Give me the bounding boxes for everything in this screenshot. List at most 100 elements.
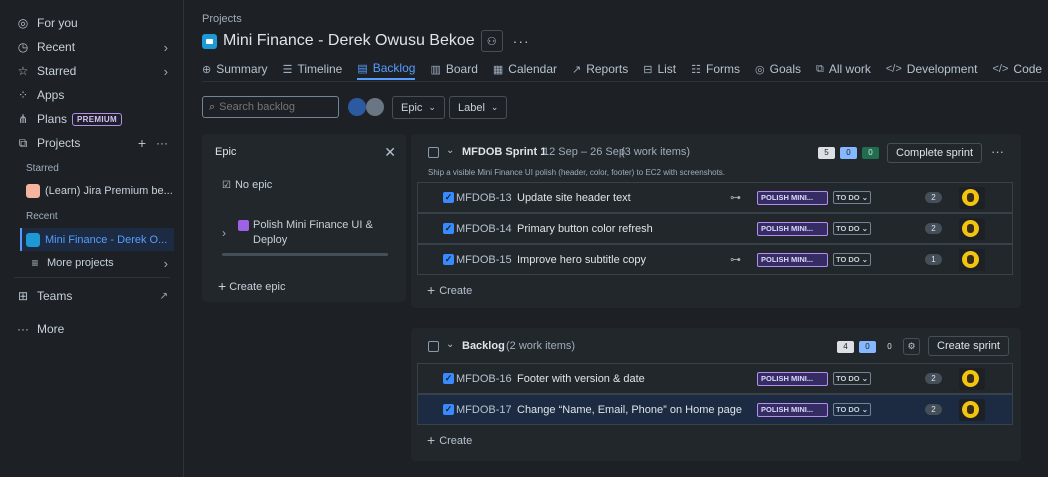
more-projects[interactable]: ≡ More projects › xyxy=(26,252,176,274)
more-icon[interactable]: ··· xyxy=(156,136,168,150)
table-row[interactable]: ✓ MFDOB-13 Update site header text ⊶ POL… xyxy=(417,182,1013,213)
tab-forms[interactable]: ☷ Forms xyxy=(691,58,740,80)
create-sprint-button[interactable]: Create sprint xyxy=(928,336,1009,356)
table-row[interactable]: ✓ MFDOB-15 Improve hero subtitle copy ⊶ … xyxy=(417,244,1013,275)
backlog-checkbox[interactable] xyxy=(428,341,439,352)
tab-label: Calendar xyxy=(508,62,557,76)
tab-reports[interactable]: ↗ Reports xyxy=(572,58,628,80)
more-actions-icon[interactable]: ··· xyxy=(513,33,530,49)
child-items-icon[interactable]: ⊶ xyxy=(730,253,741,266)
assignee-avatar[interactable] xyxy=(962,370,979,387)
tab-board[interactable]: ▥ Board xyxy=(430,58,477,80)
issue-key[interactable]: MFDOB-14 xyxy=(456,223,512,235)
settings-icon[interactable]: ⚙ xyxy=(903,338,920,355)
sidebar-item-apps[interactable]: ⁘ Apps xyxy=(14,84,176,106)
sprint-checkbox[interactable] xyxy=(428,147,439,158)
more-actions-icon[interactable]: ··· xyxy=(991,144,1004,159)
sidebar-item-label: Recent xyxy=(37,40,76,54)
people-icon[interactable]: ⚇ xyxy=(480,30,503,52)
backlog-name: Backlog xyxy=(462,340,505,352)
tab-calendar[interactable]: ▦ Calendar xyxy=(493,58,557,80)
chevron-down-icon[interactable]: ⌄ xyxy=(446,339,454,350)
sidebar-item-recent[interactable]: ◷ Recent › xyxy=(14,36,176,58)
chevron-down-icon[interactable]: ⌄ xyxy=(446,145,454,156)
chevron-right-icon[interactable]: › xyxy=(222,226,226,240)
chevron-right-icon[interactable]: › xyxy=(164,64,168,79)
epic-filter[interactable]: Epic ⌄ xyxy=(392,96,445,119)
todo-count: 4 xyxy=(837,341,854,353)
tab-backlog[interactable]: ▤ Backlog xyxy=(357,58,416,80)
sidebar-item-more[interactable]: ··· More xyxy=(14,318,176,340)
estimate-badge[interactable]: 1 xyxy=(925,254,942,265)
plus-icon[interactable]: + xyxy=(138,135,146,151)
estimate-badge[interactable]: 2 xyxy=(925,223,942,234)
plus-icon: + xyxy=(218,278,227,294)
epic-label-badge[interactable]: POLISH MINI... xyxy=(757,252,828,267)
search-box[interactable]: ⌕ xyxy=(202,96,339,118)
epic-label-badge[interactable]: POLISH MINI... xyxy=(757,190,828,205)
epic-label-badge[interactable]: POLISH MINI... xyxy=(757,402,828,417)
create-issue-button[interactable]: + Create xyxy=(427,282,472,298)
complete-sprint-button[interactable]: Complete sprint xyxy=(887,143,983,163)
assignee-avatar[interactable] xyxy=(962,220,979,237)
main-content: Projects Mini Finance - Derek Owusu Beko… xyxy=(185,0,1048,477)
done-count: 0 xyxy=(862,147,879,159)
sprint-goal: Ship a visible Mini Finance UI polish (h… xyxy=(428,168,726,177)
status-dropdown[interactable]: TO DO ⌄ xyxy=(833,222,871,235)
epic-label-badge[interactable]: POLISH MINI... xyxy=(757,371,828,386)
issue-key[interactable]: MFDOB-13 xyxy=(456,192,512,204)
chevron-right-icon[interactable]: › xyxy=(164,256,168,271)
issue-key[interactable]: MFDOB-17 xyxy=(456,404,512,416)
unassigned-avatar[interactable] xyxy=(366,98,384,116)
more-icon: ··· xyxy=(17,322,29,336)
tab-all-work[interactable]: ⧉ All work xyxy=(816,58,871,80)
estimate-badge[interactable]: 2 xyxy=(925,404,942,415)
tab-summary[interactable]: ⊕ Summary xyxy=(202,58,268,80)
status-dropdown[interactable]: TO DO ⌄ xyxy=(833,253,871,266)
starred-heading: Starred xyxy=(26,163,59,174)
no-epic[interactable]: ☑ No epic xyxy=(222,179,272,191)
tab-list[interactable]: ⊟ List xyxy=(643,58,676,80)
breadcrumb[interactable]: Projects xyxy=(202,13,242,25)
table-row[interactable]: ✓ MFDOB-14 Primary button color refresh … xyxy=(417,213,1013,244)
status-dropdown[interactable]: TO DO ⌄ xyxy=(833,191,871,204)
assignee-avatar[interactable] xyxy=(962,401,979,418)
search-input[interactable] xyxy=(219,101,320,113)
child-items-icon[interactable]: ⊶ xyxy=(730,191,741,204)
close-icon[interactable]: ✕ xyxy=(384,144,396,161)
tab-timeline[interactable]: ☰ Timeline xyxy=(283,58,343,80)
assignee-avatar[interactable] xyxy=(962,251,979,268)
sidebar-item-label: Teams xyxy=(37,289,73,303)
epic-label-badge[interactable]: POLISH MINI... xyxy=(757,221,828,236)
issue-key[interactable]: MFDOB-15 xyxy=(456,254,512,266)
recent-project[interactable]: Mini Finance - Derek O... xyxy=(20,228,174,251)
epic-panel: Epic ✕ ☑ No epic › Polish Mini Finance U… xyxy=(202,134,406,302)
estimate-badge[interactable]: 2 xyxy=(925,373,942,384)
tab-code[interactable]: </> Code xyxy=(993,58,1043,80)
starred-project[interactable]: (Learn) Jira Premium be... xyxy=(26,180,176,202)
assignee-avatar[interactable] xyxy=(962,189,979,206)
tab-label: Summary xyxy=(216,62,268,76)
estimate-badge[interactable]: 2 xyxy=(925,192,942,203)
table-row[interactable]: ✓ MFDOB-16 Footer with version & date PO… xyxy=(417,363,1013,394)
create-epic-button[interactable]: + Create epic xyxy=(218,278,285,294)
create-label: Create xyxy=(439,435,473,447)
chevron-right-icon[interactable]: › xyxy=(164,40,168,55)
tab-development[interactable]: </> Development xyxy=(886,58,978,80)
status-dropdown[interactable]: TO DO ⌄ xyxy=(833,403,871,416)
sidebar-item-teams[interactable]: ⊞ Teams ↗ xyxy=(14,285,176,307)
avatar[interactable] xyxy=(348,98,366,116)
table-row[interactable]: ✓ MFDOB-17 Change “Name, Email, Phone” o… xyxy=(417,394,1013,425)
external-link-icon[interactable]: ↗ xyxy=(160,291,168,302)
sidebar-item-label: Apps xyxy=(37,88,65,102)
sidebar-item-for-you[interactable]: ◎ For you xyxy=(14,12,176,34)
label-filter[interactable]: Label ⌄ xyxy=(449,96,508,119)
tab-goals[interactable]: ◎ Goals xyxy=(755,58,801,80)
sidebar-item-projects[interactable]: ⧉ Projects + ··· xyxy=(14,132,176,154)
issue-key[interactable]: MFDOB-16 xyxy=(456,373,512,385)
status-dropdown[interactable]: TO DO ⌄ xyxy=(833,372,871,385)
sidebar-item-plans[interactable]: ⋔ Plans PREMIUM xyxy=(14,108,176,130)
sidebar-item-starred[interactable]: ☆ Starred › xyxy=(14,60,176,82)
create-issue-button[interactable]: + Create xyxy=(427,432,472,448)
issue-type-icon: ✓ xyxy=(443,404,454,415)
